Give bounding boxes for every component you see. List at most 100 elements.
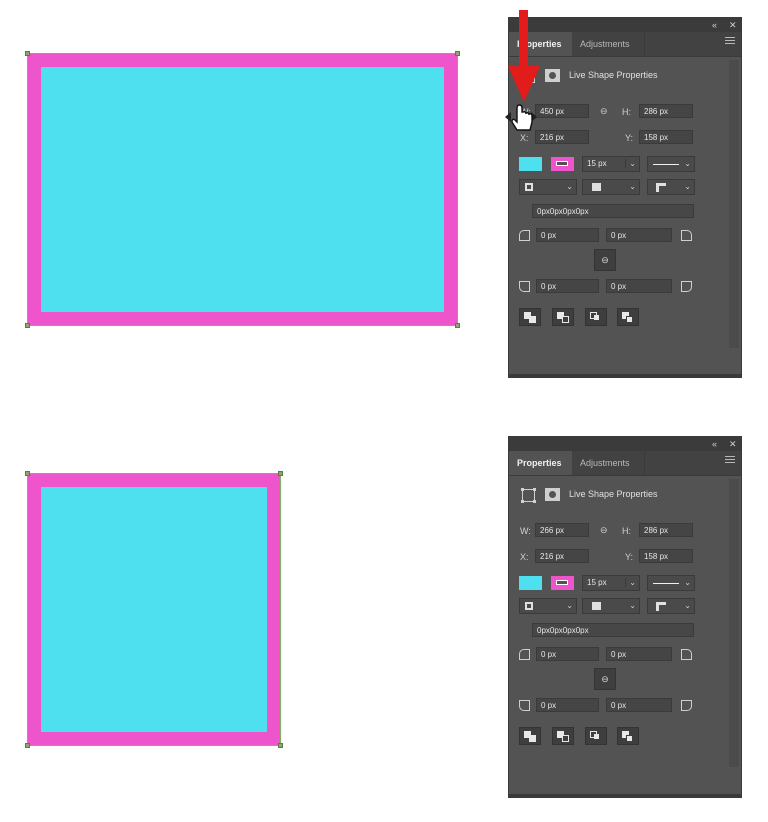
- chevron-down-icon: ⌄: [684, 578, 691, 587]
- selection-bounds: [27, 473, 281, 746]
- top-left-radius-field[interactable]: 0 px: [536, 647, 599, 661]
- stroke-caps-dropdown[interactable]: ⌄: [582, 179, 640, 195]
- corner-bottom-right-icon: [681, 700, 692, 711]
- x-field[interactable]: 216 px: [535, 130, 589, 144]
- tab-adjustments[interactable]: Adjustments: [572, 32, 645, 56]
- panel-scrollbar[interactable]: [729, 60, 739, 348]
- fill-swatch[interactable]: [519, 157, 542, 171]
- bottom-left-radius-field[interactable]: 0 px: [536, 698, 599, 712]
- corner-bottom-left-icon: [519, 281, 530, 292]
- panel-bottom-edge: [509, 794, 741, 797]
- transform-handle[interactable]: [278, 471, 283, 476]
- link-corners-button[interactable]: ⊖: [594, 249, 616, 271]
- transform-handle[interactable]: [455, 323, 460, 328]
- corner-bottom-left-icon: [519, 700, 530, 711]
- properties-panel: « ✕ Properties Adjustments Live Shape Pr…: [508, 436, 742, 798]
- double-chevron-icon[interactable]: «: [712, 19, 717, 31]
- chevron-down-icon: ⌄: [629, 182, 636, 191]
- stroke-swatch[interactable]: [551, 157, 574, 171]
- link-dimensions-icon[interactable]: ⊖: [600, 106, 608, 117]
- corner-bottom-right-icon: [681, 281, 692, 292]
- panel-bottom-edge: [509, 374, 741, 377]
- top-right-radius-field[interactable]: 0 px: [606, 228, 672, 242]
- transform-handle[interactable]: [25, 51, 30, 56]
- intersect-shapes-button[interactable]: [585, 308, 607, 326]
- stroke-width-dropdown[interactable]: 15 px ⌄: [582, 575, 640, 591]
- intersect-shapes-button[interactable]: [585, 727, 607, 745]
- stroke-align-dropdown[interactable]: ⌄: [519, 598, 577, 614]
- stroke-align-dropdown[interactable]: ⌄: [519, 179, 577, 195]
- selection-bounds: [27, 53, 458, 326]
- x-label: X:: [520, 552, 529, 562]
- panel-title-bar: « ✕: [509, 18, 741, 32]
- width-field[interactable]: 450 px: [535, 104, 589, 118]
- transform-handle[interactable]: [25, 471, 30, 476]
- height-label: H:: [622, 526, 631, 536]
- tab-properties[interactable]: Properties: [509, 451, 572, 475]
- mask-icon: [545, 488, 560, 501]
- chevron-down-icon: ⌄: [566, 601, 573, 610]
- transform-handle[interactable]: [278, 743, 283, 748]
- height-field[interactable]: 286 px: [639, 104, 693, 118]
- combine-shapes-button[interactable]: [519, 308, 541, 326]
- corner-top-left-icon: [519, 230, 530, 241]
- height-label: H:: [622, 107, 631, 117]
- exclude-shapes-button[interactable]: [617, 727, 639, 745]
- fill-swatch[interactable]: [519, 576, 542, 590]
- bottom-right-radius-field[interactable]: 0 px: [606, 698, 672, 712]
- top-left-radius-field[interactable]: 0 px: [536, 228, 599, 242]
- corner-radius-field[interactable]: 0px0px0px0px: [532, 623, 694, 637]
- stroke-corners-dropdown[interactable]: ⌄: [647, 179, 695, 195]
- close-icon[interactable]: ✕: [729, 438, 737, 450]
- panel-title-bar: « ✕: [509, 437, 741, 451]
- shape-transform-icon: [521, 488, 536, 503]
- panel-menu-icon[interactable]: [725, 456, 735, 465]
- width-field[interactable]: 266 px: [535, 523, 589, 537]
- chevron-down-icon: ⌄: [684, 601, 691, 610]
- stroke-corners-dropdown[interactable]: ⌄: [647, 598, 695, 614]
- chevron-down-icon: ⌄: [625, 159, 636, 168]
- panel-menu-icon[interactable]: [725, 37, 735, 46]
- corner-radius-field[interactable]: 0px0px0px0px: [532, 204, 694, 218]
- y-label: Y:: [625, 133, 634, 143]
- panel-scrollbar[interactable]: [729, 479, 739, 767]
- combine-shapes-button[interactable]: [519, 727, 541, 745]
- transform-handle[interactable]: [25, 743, 30, 748]
- stroke-width-dropdown[interactable]: 15 px ⌄: [582, 156, 640, 172]
- transform-handle[interactable]: [455, 51, 460, 56]
- stroke-type-dropdown[interactable]: ⌄: [647, 156, 695, 172]
- height-field[interactable]: 286 px: [639, 523, 693, 537]
- panel-tab-bar: Properties Adjustments: [509, 451, 741, 476]
- bottom-right-radius-field[interactable]: 0 px: [606, 279, 672, 293]
- close-icon[interactable]: ✕: [729, 19, 737, 31]
- transform-handle[interactable]: [25, 323, 30, 328]
- chevron-down-icon: ⌄: [625, 578, 636, 587]
- corner-top-right-icon: [681, 230, 692, 241]
- tab-adjustments[interactable]: Adjustments: [572, 451, 645, 475]
- double-chevron-icon[interactable]: «: [712, 438, 717, 450]
- y-field[interactable]: 158 px: [639, 549, 693, 563]
- stroke-caps-dropdown[interactable]: ⌄: [582, 598, 640, 614]
- stroke-swatch[interactable]: [551, 576, 574, 590]
- panel-tab-bar: Properties Adjustments: [509, 32, 741, 57]
- link-dimensions-icon[interactable]: ⊖: [600, 525, 608, 536]
- chevron-down-icon: ⌄: [629, 601, 636, 610]
- stroke-width-value: 15 px: [587, 578, 607, 587]
- corner-top-left-icon: [519, 649, 530, 660]
- subtract-shapes-button[interactable]: [552, 727, 574, 745]
- exclude-shapes-button[interactable]: [617, 308, 639, 326]
- x-field[interactable]: 216 px: [535, 549, 589, 563]
- top-right-radius-field[interactable]: 0 px: [606, 647, 672, 661]
- width-label: W:: [520, 526, 531, 536]
- chevron-down-icon: ⌄: [684, 182, 691, 191]
- stroke-type-dropdown[interactable]: ⌄: [647, 575, 695, 591]
- chevron-down-icon: ⌄: [684, 159, 691, 168]
- mask-icon: [545, 69, 560, 82]
- y-label: Y:: [625, 552, 634, 562]
- subtract-shapes-button[interactable]: [552, 308, 574, 326]
- y-field[interactable]: 158 px: [639, 130, 693, 144]
- chevron-down-icon: ⌄: [566, 182, 573, 191]
- link-corners-button[interactable]: ⊖: [594, 668, 616, 690]
- section-title: Live Shape Properties: [569, 489, 658, 499]
- bottom-left-radius-field[interactable]: 0 px: [536, 279, 599, 293]
